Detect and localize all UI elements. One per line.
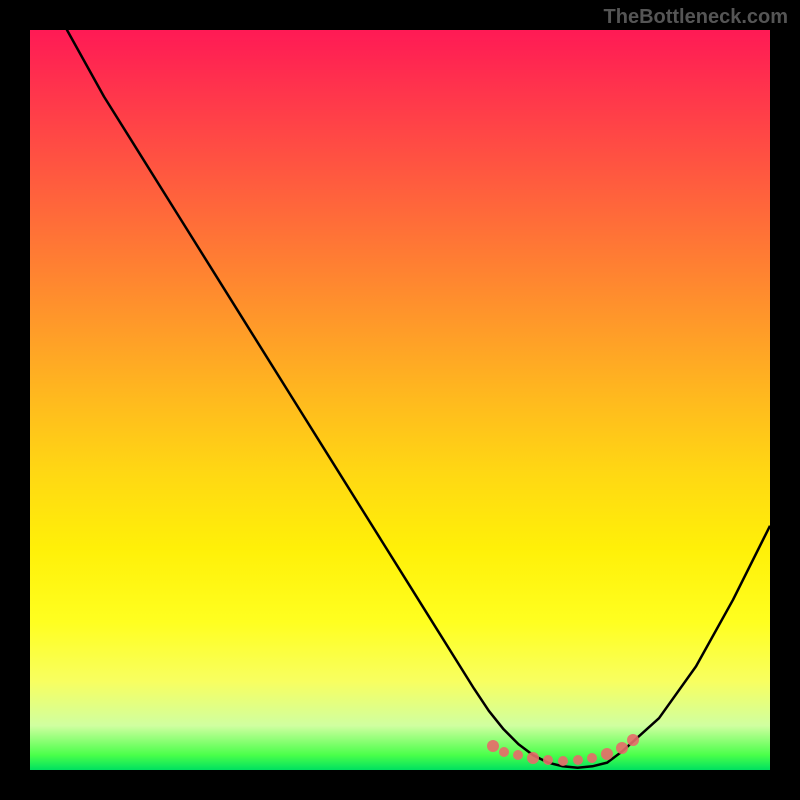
optimal-marker bbox=[499, 747, 509, 757]
watermark-text: TheBottleneck.com bbox=[604, 6, 788, 29]
optimal-marker bbox=[558, 756, 568, 766]
optimal-marker bbox=[601, 748, 613, 760]
optimal-marker bbox=[627, 734, 639, 746]
optimal-zone-markers bbox=[30, 30, 770, 770]
chart-frame bbox=[0, 0, 800, 800]
optimal-marker bbox=[543, 755, 553, 765]
optimal-marker bbox=[527, 752, 539, 764]
optimal-marker bbox=[513, 750, 523, 760]
optimal-marker bbox=[616, 742, 628, 754]
optimal-marker bbox=[487, 740, 499, 752]
optimal-marker bbox=[573, 755, 583, 765]
optimal-marker bbox=[587, 753, 597, 763]
plot-area bbox=[30, 30, 770, 770]
